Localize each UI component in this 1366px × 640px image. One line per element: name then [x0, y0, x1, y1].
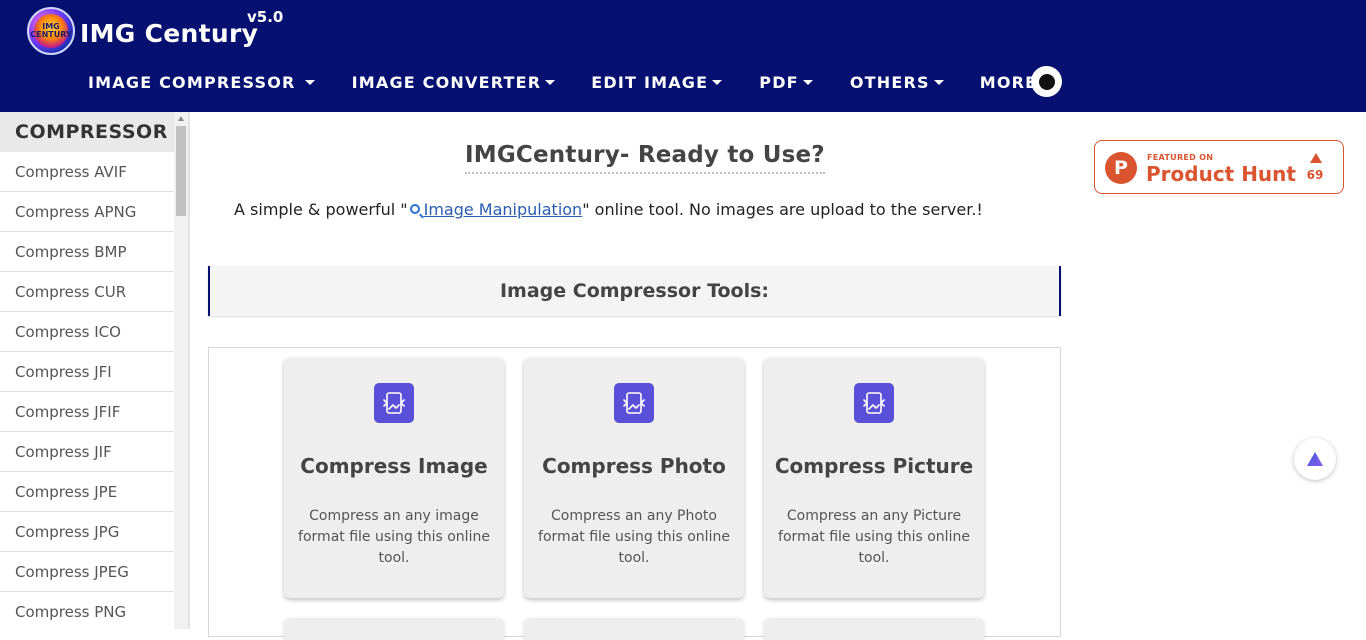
card-title: Compress Photo	[542, 454, 726, 478]
nav-image-compressor[interactable]: IMAGE COMPRESSOR	[88, 73, 315, 92]
main-nav: IMAGE COMPRESSOR IMAGE CONVERTER EDIT IM…	[88, 70, 1052, 94]
nav-others[interactable]: OTHERS	[850, 73, 944, 92]
nav-label: OTHERS	[849, 72, 930, 92]
card-description: Compress an any image format file using …	[298, 508, 490, 566]
caret-down-icon	[933, 79, 944, 85]
product-hunt-badge[interactable]: P FEATURED ON Product Hunt 69	[1094, 140, 1344, 194]
scroll-up-arrow-icon[interactable]	[178, 116, 184, 121]
sidebar-list: Compress AVIF Compress APNG Compress BMP…	[0, 152, 174, 629]
tool-card-compress-image[interactable]: Compress Image Compress an any image for…	[284, 358, 504, 598]
image-compress-icon	[854, 383, 894, 423]
caret-down-icon	[712, 79, 723, 85]
ph-vote-count: 69	[1306, 168, 1324, 182]
caret-down-icon	[802, 79, 813, 85]
card-title: Compress Image	[300, 454, 488, 478]
card-description: Compress an any Picture format file usin…	[778, 508, 970, 566]
sidebar-item-compress-apng[interactable]: Compress APNG	[0, 192, 174, 232]
sidebar-item-compress-jpeg[interactable]: Compress JPEG	[0, 552, 174, 592]
sidebar-item-compress-bmp[interactable]: Compress BMP	[0, 232, 174, 272]
sidebar-item-compress-jfi[interactable]: Compress JFI	[0, 352, 174, 392]
sidebar-item-compress-jfif[interactable]: Compress JFIF	[0, 392, 174, 432]
nav-label: PDF	[759, 72, 799, 92]
sidebar-item-compress-avif[interactable]: Compress AVIF	[0, 152, 174, 192]
sidebar-item-compress-cur[interactable]: Compress CUR	[0, 272, 174, 312]
scrollbar-thumb[interactable]	[176, 126, 186, 216]
sidebar-item-compress-png[interactable]: Compress PNG	[0, 592, 174, 629]
image-compress-icon	[614, 383, 654, 423]
floating-action-button[interactable]	[1294, 438, 1336, 480]
product-hunt-logo-icon: P	[1105, 152, 1137, 184]
sidebar-item-compress-jpg[interactable]: Compress JPG	[0, 512, 174, 552]
tagline-prefix: A simple & powerful "	[234, 200, 408, 219]
sidebar-heading: COMPRESSOR	[0, 112, 174, 152]
nav-edit-image[interactable]: EDIT IMAGE	[591, 72, 723, 92]
sidebar-scrollbar[interactable]	[174, 112, 188, 629]
brand-version: v5.0	[247, 8, 284, 26]
brand[interactable]: IMG CENTURY IMG Century v5.0	[27, 7, 283, 55]
nav-pdf[interactable]: PDF	[759, 73, 813, 92]
upvote-arrow-icon	[1310, 153, 1322, 163]
image-compress-icon	[374, 383, 414, 423]
nav-image-converter[interactable]: IMAGE CONVERTER	[352, 73, 556, 92]
tools-grid: Compress Image Compress an any image for…	[208, 347, 1061, 640]
search-icon	[409, 204, 420, 214]
sidebar-item-compress-jif[interactable]: Compress JIF	[0, 432, 174, 472]
caret-down-icon	[304, 79, 315, 85]
image-manipulation-link[interactable]: Image Manipulation	[424, 200, 583, 219]
site-header: IMG CENTURY IMG Century v5.0 IMAGE COMPR…	[0, 0, 1366, 112]
tagline-suffix: " online tool. No images are upload to t…	[582, 200, 983, 219]
tagline: A simple & powerful " Image Manipulation"…	[234, 200, 983, 219]
nav-label: IMAGE CONVERTER	[351, 72, 542, 92]
tool-card-next-row[interactable]	[764, 620, 984, 640]
triangle-icon	[1307, 452, 1323, 466]
ph-name: Product Hunt	[1146, 162, 1296, 186]
circle-icon	[1038, 73, 1055, 90]
tool-card-next-row[interactable]	[284, 620, 504, 640]
sidebar-item-compress-jpe[interactable]: Compress JPE	[0, 472, 174, 512]
tool-card-next-row[interactable]	[524, 620, 744, 640]
ph-featured-label: FEATURED ON	[1147, 153, 1214, 162]
tool-card-compress-photo[interactable]: Compress Photo Compress an any Photo for…	[524, 358, 744, 598]
logo[interactable]: IMG CENTURY	[27, 7, 75, 55]
brand-name[interactable]: IMG Century	[80, 19, 258, 48]
sidebar-item-compress-ico[interactable]: Compress ICO	[0, 312, 174, 352]
caret-down-icon	[545, 79, 556, 85]
page-title: IMGCentury- Ready to Use?	[465, 142, 825, 174]
card-description: Compress an any Photo format file using …	[538, 508, 730, 566]
nav-label: IMAGE COMPRESSOR	[88, 72, 296, 92]
nav-label: MORE	[979, 72, 1038, 92]
nav-label: EDIT IMAGE	[591, 72, 709, 92]
sidebar: COMPRESSOR Compress AVIF Compress APNG C…	[0, 112, 190, 629]
card-title: Compress Picture	[774, 454, 974, 478]
tools-heading: Image Compressor Tools:	[208, 266, 1061, 316]
theme-toggle-button[interactable]	[1031, 66, 1062, 97]
tool-card-compress-picture[interactable]: Compress Picture Compress an any Picture…	[764, 358, 984, 598]
logo-text: IMG CENTURY	[30, 14, 72, 48]
